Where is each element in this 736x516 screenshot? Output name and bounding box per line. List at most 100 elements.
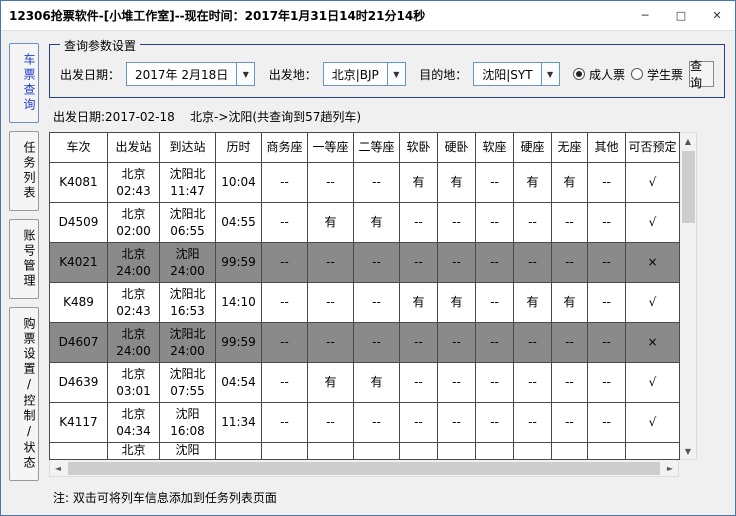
column-header: 硬卧 <box>437 132 476 163</box>
from-station-cell: 北京 02:43 <box>107 162 160 203</box>
seat-availability-cell: 有 <box>513 282 552 323</box>
duration-cell: 99:59 <box>215 242 262 283</box>
query-params-groupbox: 查询参数设置 出发日期： 2017年 2月18日 ▼ 出发地： 北京|BJP ▼… <box>49 37 725 98</box>
seat-availability-cell: -- <box>475 362 514 403</box>
seat-availability-cell: -- <box>307 402 354 443</box>
from-label: 出发地： <box>268 67 317 82</box>
train-row[interactable]: 北京 沈阳 <box>49 442 680 460</box>
seat-availability-cell: -- <box>261 402 308 443</box>
seat-availability-cell: -- <box>353 242 400 283</box>
chevron-down-icon[interactable]: ▼ <box>236 63 255 85</box>
train-number-cell: K4081 <box>49 162 108 203</box>
scroll-up-icon[interactable]: ▲ <box>680 133 696 149</box>
from-station-cell: 北京 04:34 <box>107 402 160 443</box>
train-table-zone: 车次 出发站 到达站 历时 商务座 一等座 二等座 软卧 硬卧 软座 硬座 无座 其他 可否预定 K408… <box>49 132 725 460</box>
to-station-cell: 沈阳北 16:53 <box>159 282 216 323</box>
seat-availability-cell: -- <box>475 162 514 203</box>
from-station-select[interactable]: 北京|BJP ▼ <box>322 62 406 86</box>
seat-availability-cell: -- <box>261 282 308 323</box>
scroll-left-icon[interactable]: ◄ <box>50 460 66 476</box>
from-station-cell: 北京 02:43 <box>107 282 160 323</box>
train-row[interactable]: K4021 北京 24:00 沈阳 24:00 99:59 -- -- -- -- -- -- --… <box>49 242 680 283</box>
adult-ticket-radio[interactable]: 成人票 <box>573 66 625 83</box>
sidebar-tab-task-list[interactable]: 任务列表 <box>9 131 39 211</box>
duration-cell: 10:04 <box>215 162 262 203</box>
column-header: 硬座 <box>513 132 552 163</box>
column-header: 商务座 <box>261 132 308 163</box>
seat-availability-cell: -- <box>261 242 308 283</box>
train-number-cell: D4509 <box>49 202 108 243</box>
seat-availability-cell: 有 <box>551 162 588 203</box>
bookable-cell: √ <box>625 162 680 203</box>
from-station-cell: 北京 24:00 <box>107 322 160 363</box>
window-controls: ─ □ ✕ <box>627 1 735 30</box>
sidebar-tab-account-management[interactable]: 账号管理 <box>9 219 39 299</box>
minimize-button[interactable]: ─ <box>627 1 663 30</box>
footer-note: 注: 双击可将列车信息添加到任务列表页面 <box>53 491 277 505</box>
to-station-cell: 沈阳北 06:55 <box>159 202 216 243</box>
vertical-scrollbar[interactable]: ▲ ▼ <box>680 132 697 460</box>
train-number-cell: D4639 <box>49 362 108 403</box>
to-station-cell: 沈阳 24:00 <box>159 242 216 283</box>
seat-availability-cell: -- <box>587 242 626 283</box>
column-header: 软卧 <box>399 132 438 163</box>
column-header: 无座 <box>551 132 588 163</box>
column-header: 出发站 <box>107 132 160 163</box>
seat-availability-cell: -- <box>587 162 626 203</box>
train-number-cell: K4117 <box>49 402 108 443</box>
chevron-down-icon[interactable]: ▼ <box>386 63 405 85</box>
seat-availability-cell: -- <box>475 402 514 443</box>
seat-availability-cell: 有 <box>307 202 354 243</box>
maximize-button[interactable]: □ <box>663 1 699 30</box>
seat-availability-cell: -- <box>587 402 626 443</box>
train-table-header-row: 车次 出发站 到达站 历时 商务座 一等座 二等座 软卧 硬卧 软座 硬座 无座 其他 可否预定 <box>49 132 680 163</box>
sidebar: 车票查询 任务列表 账号管理 购票设置/控制/状态 <box>1 31 45 515</box>
seat-availability-cell: 有 <box>513 162 552 203</box>
scroll-right-icon[interactable]: ► <box>662 460 678 476</box>
seat-availability-cell: -- <box>261 362 308 403</box>
vertical-scrollbar-thumb[interactable] <box>681 151 695 223</box>
seat-availability-cell: -- <box>587 322 626 363</box>
seat-availability-cell: -- <box>475 322 514 363</box>
duration-cell: 04:54 <box>215 362 262 403</box>
to-station-select[interactable]: 沈阳|SYT ▼ <box>473 62 560 86</box>
train-row[interactable]: K489 北京 02:43 沈阳北 16:53 14:10 -- -- -- 有有 -- 有有 --… <box>49 282 680 323</box>
seat-availability-cell: -- <box>437 362 476 403</box>
horizontal-scrollbar-thumb[interactable] <box>68 461 660 475</box>
window-title: 12306抢票软件-[小堆工作室]--现在时间：2017年1月31日14时21分… <box>9 9 426 23</box>
sidebar-tab-purchase-settings[interactable]: 购票设置/控制/状态 <box>9 307 39 481</box>
chevron-down-icon[interactable]: ▼ <box>540 63 559 85</box>
seat-availability-cell <box>307 442 354 460</box>
seat-availability-cell: -- <box>513 402 552 443</box>
column-header: 软座 <box>475 132 514 163</box>
seat-availability-cell: -- <box>353 402 400 443</box>
seat-availability-cell: -- <box>353 162 400 203</box>
to-station-cell: 沈阳北 07:55 <box>159 362 216 403</box>
bookable-cell: √ <box>625 282 680 323</box>
bookable-cell: √ <box>625 402 680 443</box>
seat-availability-cell: -- <box>513 242 552 283</box>
duration-cell: 14:10 <box>215 282 262 323</box>
train-row[interactable]: K4117 北京 04:34 沈阳 16:08 11:34 -- -- -- -- -- -- --… <box>49 402 680 443</box>
radio-selected-icon <box>573 68 586 80</box>
seat-availability-cell: 有 <box>353 362 400 403</box>
train-row[interactable]: D4607 北京 24:00 沈阳北 24:00 99:59 -- -- -- -- -- -- -… <box>49 322 680 363</box>
train-row[interactable]: D4509 北京 02:00 沈阳北 06:55 04:55 -- 有有 -- -- -- -- -… <box>49 202 680 243</box>
student-ticket-radio[interactable]: 学生票 <box>631 66 683 83</box>
column-header: 到达站 <box>159 132 216 163</box>
seat-availability-cell: -- <box>261 162 308 203</box>
train-row[interactable]: D4639 北京 03:01 沈阳北 07:55 04:54 -- 有有 -- -- -- -- -… <box>49 362 680 403</box>
to-station-cell: 沈阳 16:08 <box>159 402 216 443</box>
seat-availability-cell: -- <box>437 322 476 363</box>
seat-availability-cell <box>475 442 514 460</box>
seat-availability-cell: -- <box>261 202 308 243</box>
close-button[interactable]: ✕ <box>699 1 735 30</box>
depart-date-select[interactable]: 2017年 2月18日 ▼ <box>126 62 256 86</box>
train-row[interactable]: K4081 北京 02:43 沈阳北 11:47 10:04 -- -- -- 有有 -- 有有 -… <box>49 162 680 203</box>
query-button[interactable]: 查询 <box>689 59 714 90</box>
title-bar: 12306抢票软件-[小堆工作室]--现在时间：2017年1月31日14时21分… <box>1 1 735 31</box>
seat-availability-cell: -- <box>551 402 588 443</box>
sidebar-tab-ticket-query[interactable]: 车票查询 <box>9 43 39 123</box>
horizontal-scrollbar[interactable]: ◄ ► <box>49 460 679 477</box>
scroll-down-icon[interactable]: ▼ <box>680 443 696 459</box>
